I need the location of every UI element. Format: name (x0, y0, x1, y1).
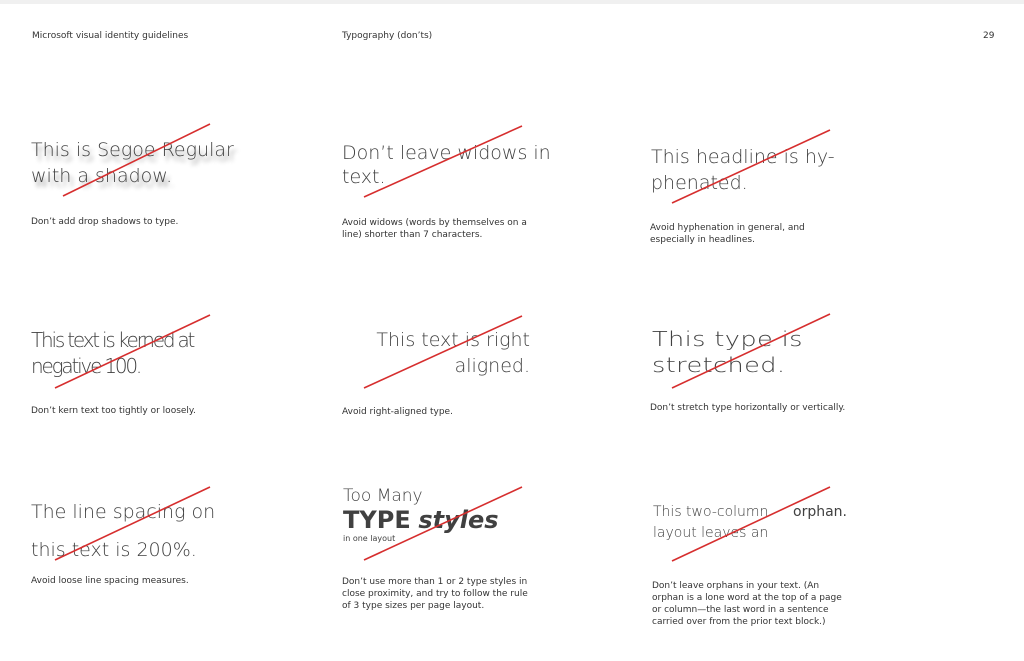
caption: Don’t leave orphans in your text. (An or… (652, 581, 842, 627)
caption: Avoid right-aligned type. (342, 407, 453, 417)
orphan-word: orphan. (793, 504, 847, 520)
sample-text: This text is kerned at negative 100. (31, 328, 195, 378)
sample-text: This text is right aligned. (376, 329, 530, 377)
page-number: 29 (983, 31, 995, 41)
caption: Don’t use more than 1 or 2 type styles i… (342, 577, 528, 611)
document-title: Microsoft visual identity guidelines (32, 31, 189, 41)
caption: Avoid widows (words by themselves on a l… (342, 218, 527, 240)
caption: Don’t add drop shadows to type. (31, 217, 179, 227)
sample-text: Don’t leave widows in text. (342, 142, 551, 188)
sample-text: This type is stretched. (652, 327, 803, 377)
section-title: Typography (don’ts) (342, 31, 433, 41)
caption: Don’t stretch type horizontally or verti… (650, 403, 846, 413)
top-border (0, 0, 1024, 4)
sample-text: Too Many TYPE styles in one layout (343, 486, 499, 543)
caption: Avoid loose line spacing measures. (31, 576, 189, 586)
sample-text: This is Segoe Regular with a shadow. (31, 139, 234, 187)
sample-text: This two-column layout leaves an (653, 504, 769, 541)
caption: Avoid hyphenation in general, and especi… (650, 223, 805, 245)
sample-text: This headline is hy- phenated. (651, 146, 835, 194)
sample-text: The line spacing on this text is 200%. (31, 501, 216, 561)
caption: Don’t kern text too tightly or loosely. (31, 406, 196, 416)
